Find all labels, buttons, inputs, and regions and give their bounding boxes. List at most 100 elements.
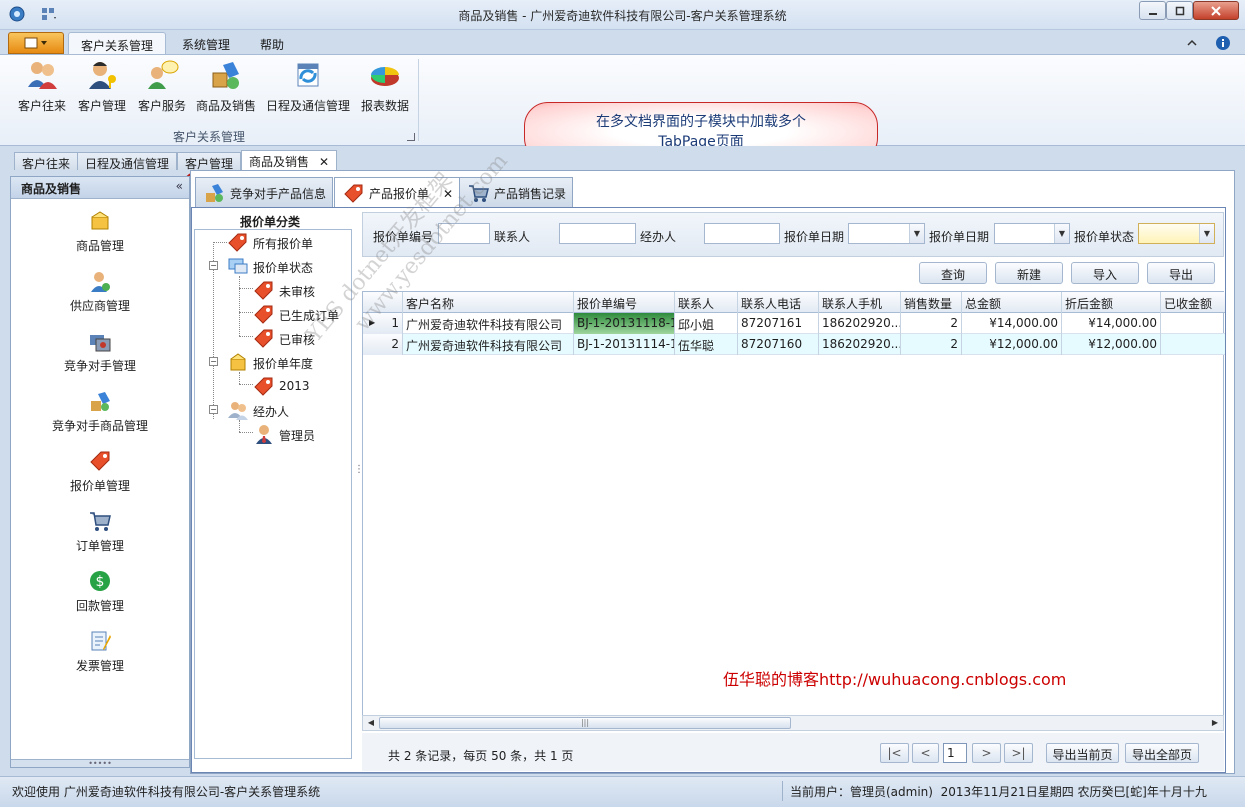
ribbon-button-customer-management[interactable]: 客户管理 <box>74 59 130 119</box>
last-page-button[interactable]: >| <box>1004 743 1033 763</box>
tree-expander-year[interactable]: − <box>209 357 218 366</box>
application-menu-button[interactable] <box>8 32 64 54</box>
new-button[interactable]: 新建 <box>995 262 1063 284</box>
grid-col-phone[interactable]: 联系人电话 <box>738 292 819 313</box>
cell-mobile[interactable]: 186202920... <box>819 313 901 334</box>
quote-status-select[interactable]: ▼ <box>1138 223 1215 244</box>
scroll-right-icon[interactable]: ▶ <box>1209 717 1221 729</box>
scroll-left-icon[interactable]: ◀ <box>365 717 377 729</box>
cell-qty[interactable]: 2 <box>901 334 962 355</box>
quote-date-to-picker[interactable]: ▼ <box>994 223 1070 244</box>
nav-item-invoice-management[interactable]: 发票管理 <box>11 629 189 674</box>
nav-item-competitor-management[interactable]: 竞争对手管理 <box>11 329 189 374</box>
tree-line <box>239 372 240 384</box>
maximize-button[interactable] <box>1166 1 1193 20</box>
ribbon-tab-system[interactable]: 系统管理 <box>170 32 242 54</box>
ribbon-tab-help[interactable]: 帮助 <box>248 32 296 54</box>
grid-col-contact[interactable]: 联系人 <box>675 292 738 313</box>
table-row[interactable]: 2 广州爱奇迪软件科技有限公司 BJ-1-20131114-1 伍华聪 8720… <box>363 334 1225 355</box>
horizontal-scrollbar[interactable]: ◀ ||| ▶ <box>362 715 1224 731</box>
grid-col-total[interactable]: 总金额 <box>962 292 1062 313</box>
doc-tab-customer-contacts[interactable]: 客户往来 <box>14 152 79 171</box>
cell-quote-no[interactable]: BJ-1-20131118-1 <box>574 313 675 334</box>
import-button[interactable]: 导入 <box>1071 262 1139 284</box>
manager-icon <box>89 62 116 89</box>
app-menu-icon <box>24 37 47 49</box>
dropdown-arrow-icon[interactable]: ▼ <box>1054 224 1069 243</box>
cell-discounted[interactable]: ¥12,000.00 <box>1062 334 1161 355</box>
nav-item-quotation-management[interactable]: 报价单管理 <box>11 449 189 494</box>
cell-phone[interactable]: 87207160 <box>738 334 819 355</box>
cell-customer[interactable]: 广州爱奇迪软件科技有限公司 <box>403 334 574 355</box>
cell-received[interactable] <box>1161 313 1225 334</box>
grid-col-discounted[interactable]: 折后金额 <box>1062 292 1161 313</box>
cell-discounted[interactable]: ¥14,000.00 <box>1062 313 1161 334</box>
window-title: 商品及销售 - 广州爱奇迪软件科技有限公司-客户关系管理系统 <box>458 9 787 23</box>
nav-item-product-management[interactable]: 商品管理 <box>11 209 189 254</box>
contact-input[interactable] <box>559 223 636 244</box>
panel-resize-grip[interactable]: ••••• <box>11 759 189 768</box>
price-tag-icon <box>344 184 363 203</box>
maximize-icon <box>1175 6 1184 15</box>
ribbon-button-schedule-communication[interactable]: 日程及通信管理 <box>264 59 352 119</box>
window-controls <box>1139 1 1239 20</box>
grid-col-mobile[interactable]: 联系人手机 <box>819 292 901 313</box>
prev-page-button[interactable]: < <box>912 743 939 763</box>
nav-item-competitor-products[interactable]: 竞争对手商品管理 <box>11 389 189 434</box>
nav-item-payment-management[interactable]: $ 回款管理 <box>11 569 189 614</box>
quote-date-from-picker[interactable]: ▼ <box>848 223 925 244</box>
ribbon-button-products-sales[interactable]: 商品及销售 <box>194 59 258 119</box>
price-tag-icon <box>254 377 273 396</box>
doc-tab-schedule[interactable]: 日程及通信管理 <box>77 152 178 171</box>
grid-col-received[interactable]: 已收金额 <box>1161 292 1225 313</box>
cell-phone[interactable]: 87207161 <box>738 313 819 334</box>
export-all-pages-button[interactable]: 导出全部页 <box>1125 743 1199 763</box>
handler-input[interactable] <box>704 223 780 244</box>
cell-mobile[interactable]: 186202920... <box>819 334 901 355</box>
export-current-page-button[interactable]: 导出当前页 <box>1046 743 1119 763</box>
tree-splitter[interactable]: ⋮ <box>354 465 364 475</box>
next-page-button[interactable]: > <box>972 743 1001 763</box>
grid-col-quote-no[interactable]: 报价单编号 <box>574 292 675 313</box>
nav-item-order-management[interactable]: 订单管理 <box>11 509 189 554</box>
ribbon-button-customer-contacts[interactable]: 客户往来 <box>14 59 70 119</box>
dropdown-arrow-icon[interactable]: ▼ <box>1199 224 1214 243</box>
close-window-button[interactable] <box>1193 1 1239 20</box>
collapse-panel-icon[interactable]: « <box>176 179 183 193</box>
ribbon-button-customer-service[interactable]: 客户服务 <box>134 59 190 119</box>
ribbon-minimize-icon[interactable] <box>1184 35 1200 51</box>
doc-tab-products-sales[interactable]: 商品及销售 ✕ <box>241 150 338 170</box>
first-page-button[interactable]: |< <box>880 743 909 763</box>
blog-url[interactable]: http://wuhuacong.cnblogs.com <box>819 670 1066 689</box>
minimize-button[interactable] <box>1139 1 1166 20</box>
dropdown-arrow-icon[interactable]: ▼ <box>909 224 924 243</box>
competitor-products-icon <box>206 184 223 202</box>
cell-qty[interactable]: 2 <box>901 313 962 334</box>
info-icon[interactable] <box>1215 35 1231 51</box>
close-tab-icon[interactable]: ✕ <box>319 155 329 169</box>
ribbon-tab-crm[interactable]: 客户关系管理 <box>68 32 167 54</box>
cell-total[interactable]: ¥12,000.00 <box>962 334 1062 355</box>
export-button[interactable]: 导出 <box>1147 262 1215 284</box>
cell-contact[interactable]: 邱小姐 <box>675 313 738 334</box>
scroll-thumb[interactable]: ||| <box>379 717 791 729</box>
page-number-input[interactable]: 1 <box>943 743 967 763</box>
grid-col-qty[interactable]: 销售数量 <box>901 292 962 313</box>
pie-chart-icon <box>371 67 399 86</box>
cell-received[interactable] <box>1161 334 1225 355</box>
cell-total[interactable]: ¥14,000.00 <box>962 313 1062 334</box>
search-button[interactable]: 查询 <box>919 262 987 284</box>
cell-customer[interactable]: 广州爱奇迪软件科技有限公司 <box>403 313 574 334</box>
tree-expander-status[interactable]: − <box>209 261 218 270</box>
tree-expander-handler[interactable]: − <box>209 405 218 414</box>
group-expand-icon[interactable] <box>407 133 415 141</box>
sub-tab-competitor-products[interactable]: 竞争对手产品信息 <box>195 177 334 207</box>
table-row[interactable]: ▶ 1 广州爱奇迪软件科技有限公司 BJ-1-20131118-1 邱小姐 872… <box>363 313 1225 334</box>
grid-col-customer[interactable]: 客户名称 <box>403 292 574 313</box>
doc-tab-customer-management[interactable]: 客户管理 <box>177 152 242 171</box>
ribbon-button-report-data[interactable]: 报表数据 <box>358 59 412 119</box>
cell-quote-no[interactable]: BJ-1-20131114-1 <box>574 334 675 355</box>
cell-contact[interactable]: 伍华聪 <box>675 334 738 355</box>
callout-line1: 在多文档界面的子模块中加载多个 <box>596 114 806 130</box>
nav-item-supplier-management[interactable]: 供应商管理 <box>11 269 189 314</box>
